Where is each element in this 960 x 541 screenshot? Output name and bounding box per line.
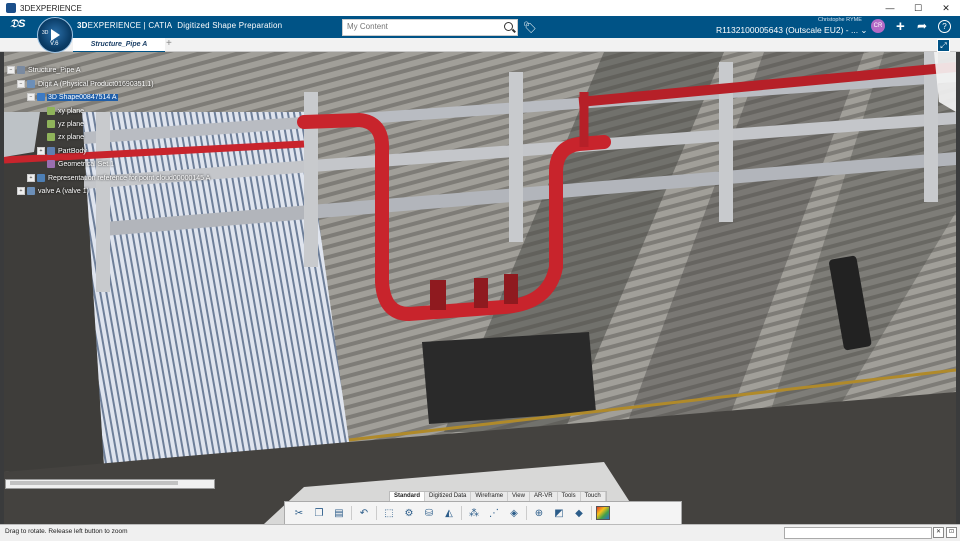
3d-shape-icon <box>37 93 45 101</box>
close-button[interactable]: ✕ <box>932 0 960 16</box>
app-name: Digitized Shape Preparation <box>177 21 283 30</box>
3d-viewport[interactable] <box>4 52 956 524</box>
toolbar-divider <box>376 506 377 520</box>
copy-icon[interactable]: ❐ <box>311 506 327 520</box>
tree-node-digit[interactable]: − Digit A (Physical Product01690351.1) <box>17 80 155 88</box>
status-toggle-button[interactable]: ⊡ <box>946 527 957 538</box>
point-cloud-scene <box>4 52 956 524</box>
shape-icon[interactable]: ◆ <box>571 506 587 520</box>
expand-node-icon[interactable]: + <box>37 147 45 155</box>
tree-node-geometrical-set[interactable]: Geometrical Set.1 <box>47 160 115 168</box>
tenant-selector[interactable]: R1132100005643 (Outscale EU2) - ... ⌄ <box>716 25 868 36</box>
compass-button[interactable]: 3D V.6 <box>37 17 73 53</box>
app-icon <box>6 3 16 13</box>
tree-node-3d-shape[interactable]: − 3D Shape00847514 A <box>27 93 118 101</box>
play-icon <box>51 29 60 41</box>
window-title: 3DEXPERIENCE <box>20 3 82 13</box>
user-name: Christophe RYME <box>818 17 862 23</box>
tree-node-representation[interactable]: + Representation reference for point clo… <box>27 174 211 182</box>
plane-icon <box>47 133 55 141</box>
collapse-icon[interactable]: − <box>7 66 15 74</box>
plus-icon[interactable]: + <box>896 18 905 35</box>
expand-node-icon[interactable]: + <box>27 174 35 182</box>
points-icon[interactable]: ⁂ <box>466 506 482 520</box>
compass-version: V.6 <box>50 41 59 47</box>
avatar[interactable]: CR <box>871 19 885 33</box>
undo-icon[interactable]: ↶ <box>356 506 372 520</box>
viewport-scrollbar[interactable] <box>5 479 215 489</box>
tag-icon[interactable]: 🏷 <box>523 21 537 34</box>
minimize-button[interactable]: — <box>876 0 904 16</box>
activate-icon[interactable]: ◈ <box>506 506 522 520</box>
add-tab-button[interactable]: + <box>166 38 172 49</box>
clear-button[interactable]: ✕ <box>933 527 944 538</box>
app-brand: 3DEXPERIENCE | CATIA Digitized Shape Pre… <box>77 21 282 30</box>
color-cube-icon[interactable] <box>596 506 610 520</box>
cloud-import-icon[interactable]: ⛁ <box>421 506 437 520</box>
filter-icon[interactable]: ⋰ <box>486 506 502 520</box>
expand-icon[interactable]: ⤢ <box>937 39 950 52</box>
geometrical-set-icon <box>47 160 55 168</box>
settings-icon[interactable]: ⚙ <box>401 506 417 520</box>
valve-flange-2 <box>474 278 488 308</box>
valve-icon <box>27 187 35 195</box>
command-input[interactable] <box>784 527 932 539</box>
compass-3d-label: 3D <box>42 30 49 36</box>
search-input[interactable] <box>343 20 501 33</box>
product-icon <box>17 66 25 74</box>
collapse-icon[interactable]: − <box>27 93 35 101</box>
help-icon[interactable]: ? <box>938 20 951 33</box>
brand-name: EXPERIENCE | CATIA <box>87 21 172 30</box>
expand-node-icon[interactable]: + <box>17 187 25 195</box>
point-cloud-icon <box>37 174 45 182</box>
tab-structure-pipe[interactable]: Structure_Pipe A <box>73 38 165 53</box>
tree-node-structure[interactable]: − Structure_Pipe A <box>7 66 82 74</box>
plane-icon <box>47 107 55 115</box>
search-icon[interactable] <box>504 22 513 31</box>
toolbar-divider <box>526 506 527 520</box>
paste-icon[interactable]: ▤ <box>331 506 347 520</box>
floor-plate <box>422 332 596 424</box>
toolbar-divider <box>591 506 592 520</box>
plane-icon <box>47 120 55 128</box>
toolbar-divider <box>351 506 352 520</box>
section-icon[interactable]: ◩ <box>551 506 567 520</box>
valve-flange-3 <box>504 274 518 304</box>
action-bar: ✂ ❐ ▤ ↶ ⬚ ⚙ ⛁ ◭ ⁂ ⋰ ◈ ⊕ ◩ ◆ <box>284 501 682 525</box>
post-3 <box>509 72 523 242</box>
valve-flange-1 <box>430 280 446 310</box>
physical-product-icon <box>27 80 35 88</box>
window-titlebar: 3DEXPERIENCE — ☐ ✕ <box>0 0 960 16</box>
partbody-icon <box>47 147 55 155</box>
cut-icon[interactable]: ✂ <box>291 506 307 520</box>
tree-node-yz-plane[interactable]: yz plane <box>47 120 85 128</box>
mesh-icon[interactable]: ◭ <box>441 506 457 520</box>
align-icon[interactable]: ⊕ <box>531 506 547 520</box>
maximize-button[interactable]: ☐ <box>904 0 932 16</box>
tree-node-partbody[interactable]: + PartBody <box>37 147 88 155</box>
select-icon[interactable]: ⬚ <box>381 506 397 520</box>
status-text: Drag to rotate. Release left button to z… <box>5 528 128 535</box>
scrollbar-thumb[interactable] <box>10 481 178 485</box>
ds-logo-icon[interactable]: 𝔇S <box>10 18 26 31</box>
share-icon[interactable]: ➦ <box>917 19 927 33</box>
tree-node-zx-plane[interactable]: zx plane <box>47 133 85 141</box>
search-box <box>342 19 518 36</box>
tree-node-valve[interactable]: + valve A (valve 1) <box>17 187 90 195</box>
tree-node-xy-plane[interactable]: xy plane <box>47 107 85 115</box>
brand-3d: 3D <box>77 21 88 30</box>
post-1 <box>96 112 110 292</box>
status-bar: Drag to rotate. Release left button to z… <box>0 524 960 541</box>
toolbar-divider <box>461 506 462 520</box>
collapse-icon[interactable]: − <box>17 80 25 88</box>
